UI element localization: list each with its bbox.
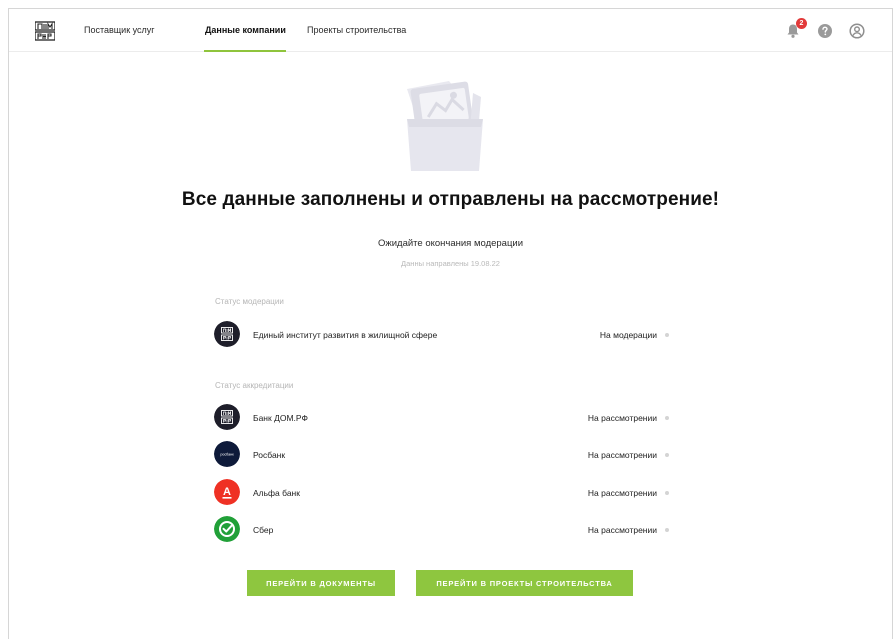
status-indicator-icon xyxy=(665,416,669,420)
accreditation-status: На рассмотрении xyxy=(587,488,657,498)
alfa-bank-logo-icon: А xyxy=(214,479,240,505)
accreditation-row-rosbank: росбанк Росбанк На рассмотрении xyxy=(214,441,669,469)
accreditation-status-label: Статус аккредитации xyxy=(215,381,294,390)
status-indicator-icon xyxy=(665,491,669,495)
moderation-status-label: Статус модерации xyxy=(215,297,284,306)
nav-service-provider[interactable]: Поставщик услуг xyxy=(84,25,155,35)
nav-construction-projects[interactable]: Проекты строительства xyxy=(307,25,406,35)
status-indicator-icon xyxy=(665,453,669,457)
accreditation-status: На рассмотрении xyxy=(587,413,657,423)
top-navigation-bar: Поставщик услуг Данные компании Проекты … xyxy=(9,9,892,52)
active-tab-indicator xyxy=(204,50,286,52)
dom-rf-logo-icon xyxy=(214,404,240,430)
bank-name: Сбер xyxy=(253,525,274,535)
nav-company-data[interactable]: Данные компании xyxy=(205,25,286,35)
user-profile-icon[interactable] xyxy=(849,23,865,39)
documents-illustration-icon xyxy=(407,81,483,171)
accreditation-row-bank-dom-rf: Банк ДОМ.РФ На рассмотрении xyxy=(214,404,669,432)
bank-name: Росбанк xyxy=(253,450,286,460)
notification-badge: 2 xyxy=(796,18,807,29)
moderation-status: На модерации xyxy=(599,330,657,340)
dom-rf-logo[interactable] xyxy=(35,21,55,41)
accreditation-row-sber: Сбер На рассмотрении xyxy=(214,516,669,544)
status-indicator-icon xyxy=(665,333,669,337)
organization-name: Единый институт развития в жилищной сфер… xyxy=(253,330,438,340)
submission-date: Данны направлены 19.08.22 xyxy=(401,259,500,268)
rosbank-logo-icon: росбанк xyxy=(214,441,240,467)
app-window: Поставщик услуг Данные компании Проекты … xyxy=(8,8,893,639)
sber-logo-icon xyxy=(214,516,240,542)
moderation-row: Единый институт развития в жилищной сфер… xyxy=(214,321,669,349)
help-icon[interactable] xyxy=(817,23,833,39)
rosbank-logo-text: росбанк xyxy=(220,453,234,457)
accreditation-status: На рассмотрении xyxy=(587,525,657,535)
alfa-bank-logo-letter: А xyxy=(223,486,231,498)
bank-name: Альфа банк xyxy=(253,488,300,498)
go-to-construction-projects-button[interactable]: ПЕРЕЙТИ В ПРОЕКТЫ СТРОИТЕЛЬСТВА xyxy=(416,570,633,596)
go-to-documents-button[interactable]: ПЕРЕЙТИ В ДОКУМЕНТЫ xyxy=(247,570,395,596)
accreditation-status: На рассмотрении xyxy=(587,450,657,460)
page-title: Все данные заполнены и отправлены на рас… xyxy=(181,189,720,210)
bank-name: Банк ДОМ.РФ xyxy=(253,413,308,423)
status-indicator-icon xyxy=(665,528,669,532)
accreditation-row-alfa-bank: А Альфа банк На рассмотрении xyxy=(214,479,669,507)
dom-rf-logo-icon xyxy=(214,321,240,347)
moderation-wait-text: Ожидайте окончания модерации xyxy=(377,238,524,249)
